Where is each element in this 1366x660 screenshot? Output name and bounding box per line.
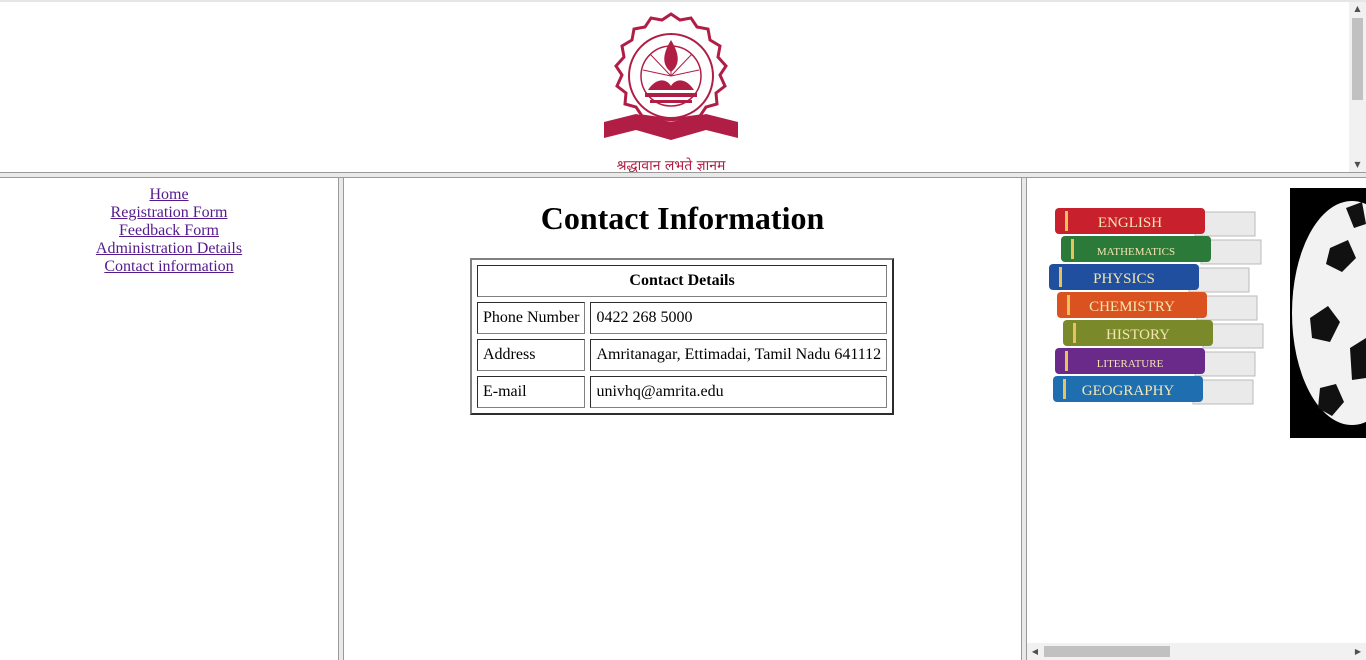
nav-link-registration-form[interactable]: Registration Form [111,204,228,221]
soccer-ball-image [1290,188,1366,438]
book-chemistry: CHEMISTRY [1057,292,1258,321]
image-frame: ENGLISH MATHEMATICS PHYSICS CHEMISTRY HISTOR… [1027,178,1366,660]
email-value: univhq@amrita.edu [590,376,888,408]
page-title: Contact Information [540,200,825,236]
book-title-label: CHEMISTRY [1089,299,1175,315]
book-title-label: ENGLISH [1098,215,1162,231]
scroll-right-arrow-icon[interactable]: ▶ [1350,643,1366,660]
amrita-university-seal-icon: श्रद्धावान लभते ज्ञानम [604,12,738,172]
contact-details-table: Contact Details Phone Number 0422 268 50… [470,258,895,415]
book-physics: PHYSICS [1049,264,1250,293]
nav-link-contact-information[interactable]: Contact information [104,258,233,275]
book-title-label: LITERATURE [1097,358,1164,370]
scroll-left-arrow-icon[interactable]: ◀ [1027,643,1043,660]
email-label: E-mail [477,376,586,408]
horizontal-scroll-thumb[interactable] [1044,646,1170,657]
nav-link-home[interactable]: Home [149,186,188,203]
navigation-menu: Home Registration Form Feedback Form Adm… [0,178,338,276]
image-frame-horizontal-scrollbar[interactable]: ◀ ▶ [1027,643,1366,660]
address-value: Amritanagar, Ettimadai, Tamil Nadu 64111… [590,339,888,371]
table-row: Phone Number 0422 268 5000 [477,302,888,334]
table-row: E-mail univhq@amrita.edu [477,376,888,408]
nav-link-feedback-form[interactable]: Feedback Form [119,222,219,239]
scroll-up-arrow-icon[interactable]: ▲ [1349,2,1366,16]
table-header: Contact Details [477,265,888,297]
book-title-label: GEOGRAPHY [1082,383,1175,399]
book-history: HISTORY [1063,320,1264,349]
book-literature: LITERATURE [1055,348,1256,377]
book-title-label: MATHEMATICS [1097,246,1175,258]
header-vertical-scrollbar[interactable]: ▲ ▼ [1349,2,1366,172]
table-row: Address Amritanagar, Ettimadai, Tamil Na… [477,339,888,371]
book-geography: GEOGRAPHY [1053,376,1254,405]
navigation-frame: Home Registration Form Feedback Form Adm… [0,178,338,660]
book-title-label: PHYSICS [1093,271,1155,287]
scroll-down-arrow-icon[interactable]: ▼ [1349,158,1366,172]
book-english: ENGLISH [1055,208,1256,237]
soccer-ball-icon [1292,201,1366,425]
book-mathematics: MATHEMATICS [1061,236,1262,265]
address-label: Address [477,339,586,371]
content-frame: Contact Information Contact Details Phon… [344,178,1021,660]
scroll-thumb[interactable] [1352,18,1363,100]
books-stack-image: ENGLISH MATHEMATICS PHYSICS CHEMISTRY HISTOR… [1049,208,1264,405]
nav-link-administration-details[interactable]: Administration Details [96,240,242,257]
book-title-label: HISTORY [1106,327,1170,343]
phone-label: Phone Number [477,302,586,334]
header-frame: श्रद्धावान लभते ज्ञानम ▲ ▼ [0,0,1366,172]
logo-motto: श्रद्धावान लभते ज्ञानम [617,157,726,172]
table-header-row: Contact Details [477,265,888,297]
phone-value: 0422 268 5000 [590,302,888,334]
